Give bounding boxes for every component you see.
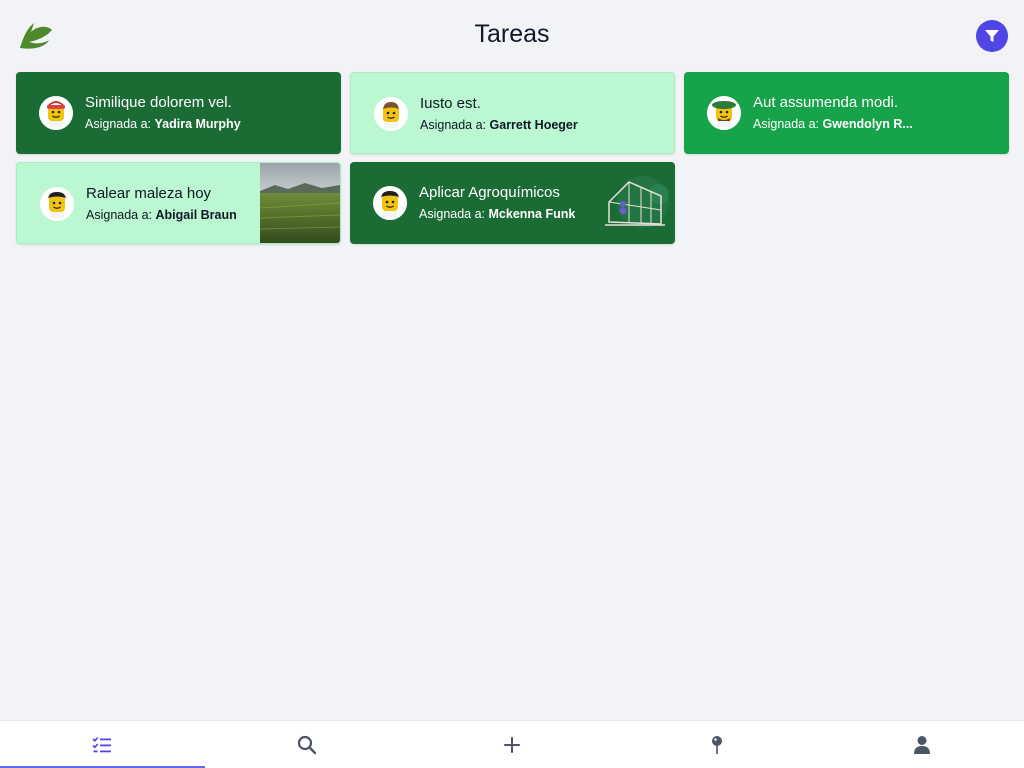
task-assignee: Asignada a: Gwendolyn R... bbox=[753, 117, 913, 131]
assignee-avatar bbox=[707, 96, 741, 130]
map-pin-icon bbox=[711, 735, 722, 754]
task-card[interactable]: Similique dolorem vel. Asignada a: Yadir… bbox=[16, 72, 341, 154]
rice-field-photo bbox=[260, 163, 340, 243]
task-assignee: Asignada a: Yadira Murphy bbox=[85, 117, 241, 131]
tasks-list-icon bbox=[92, 736, 112, 752]
assignee-avatar bbox=[373, 186, 407, 220]
assigned-prefix: Asignada a: bbox=[753, 117, 820, 131]
nav-profile[interactable] bbox=[819, 721, 1024, 768]
task-card[interactable]: Iusto est. Asignada a: Garrett Hoeger bbox=[350, 72, 675, 154]
search-icon bbox=[298, 735, 317, 754]
task-title: Aplicar Agroquímicos bbox=[419, 184, 560, 201]
assignee-name: Abigail Braun bbox=[155, 208, 237, 222]
assigned-prefix: Asignada a: bbox=[419, 207, 486, 221]
task-assignee: Asignada a: Mckenna Funk bbox=[419, 207, 575, 221]
task-title: Iusto est. bbox=[420, 95, 481, 112]
assigned-prefix: Asignada a: bbox=[86, 208, 153, 222]
assignee-avatar bbox=[39, 96, 73, 130]
assignee-avatar bbox=[374, 97, 408, 131]
assignee-name: Garrett Hoeger bbox=[489, 118, 578, 132]
task-title: Aut assumenda modi. bbox=[753, 94, 899, 111]
task-assignee: Asignada a: Garrett Hoeger bbox=[420, 118, 578, 132]
page-title: Tareas bbox=[474, 20, 550, 48]
nav-search[interactable] bbox=[205, 721, 410, 768]
task-title: Similique dolorem vel. bbox=[85, 94, 232, 111]
task-card[interactable]: Aut assumenda modi. Asignada a: Gwendoly… bbox=[684, 72, 1009, 154]
filter-icon bbox=[985, 30, 999, 42]
bottom-navigation bbox=[0, 720, 1024, 768]
task-title: Ralear maleza hoy bbox=[86, 185, 212, 202]
assignee-avatar bbox=[40, 187, 74, 221]
nav-add[interactable] bbox=[410, 721, 615, 768]
assigned-prefix: Asignada a: bbox=[420, 118, 487, 132]
nav-map[interactable] bbox=[614, 721, 819, 768]
greenhouse-illustration bbox=[605, 176, 669, 228]
assigned-prefix: Asignada a: bbox=[85, 117, 152, 131]
nav-tasks[interactable] bbox=[0, 721, 205, 768]
plus-icon bbox=[503, 736, 520, 753]
assignee-name: Mckenna Funk bbox=[488, 207, 576, 221]
app-header: Tareas bbox=[0, 0, 1024, 72]
assignee-name: Gwendolyn R... bbox=[822, 117, 913, 131]
user-icon bbox=[913, 735, 930, 754]
task-assignee: Asignada a: Abigail Braun bbox=[86, 208, 237, 222]
task-card[interactable]: Aplicar Agroquímicos Asignada a: Mckenna… bbox=[350, 162, 675, 244]
filter-button[interactable] bbox=[976, 20, 1008, 52]
assignee-name: Yadira Murphy bbox=[154, 117, 241, 131]
task-card[interactable]: Ralear maleza hoy Asignada a: Abigail Br… bbox=[16, 162, 341, 244]
